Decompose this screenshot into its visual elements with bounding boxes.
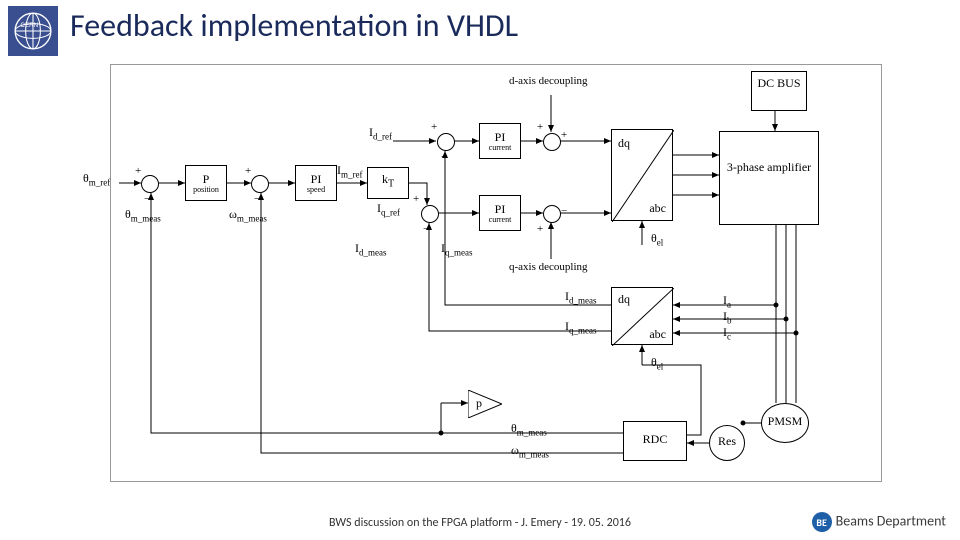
label-theta-el-top: θel xyxy=(651,231,663,247)
label-iq-meas-out: Iq_meas xyxy=(565,319,597,335)
sum-speed xyxy=(251,175,269,193)
block-resolver: Res xyxy=(709,425,745,461)
sum-position xyxy=(141,175,159,193)
block-pi-speed: PI speed xyxy=(295,165,337,201)
label-omega-m-meas-out: ωm_meas xyxy=(511,443,549,459)
block-amplifier: 3-phase amplifier xyxy=(719,131,819,225)
block-diagram: + − + − + − + − + + + − P position PI sp… xyxy=(110,64,882,482)
block-rdc: RDC xyxy=(623,421,687,461)
label-ib: Ib xyxy=(723,309,732,325)
label-theta-m-meas-out: θm_meas xyxy=(511,421,547,437)
be-badge-icon: BE xyxy=(812,512,832,532)
block-dc-bus: DC BUS xyxy=(751,71,807,111)
label-id-ref: Id_ref xyxy=(369,125,392,141)
p-sub: position xyxy=(186,185,226,194)
page-title: Feedback implementation in VHDL xyxy=(70,6,518,45)
svg-text:CERN: CERN xyxy=(20,22,38,29)
label-theta-m-meas: θm_meas xyxy=(125,207,161,223)
footer-right-label: Beams Department xyxy=(836,512,946,529)
footer-department: BEBeams Department xyxy=(812,512,946,532)
label-d-decoupling: d-axis decoupling xyxy=(509,75,588,87)
label-theta-el-bot: θel xyxy=(651,355,663,371)
sum-q-decoupling xyxy=(543,205,561,223)
triangle-gain-icon xyxy=(468,390,502,418)
label-q-decoupling: q-axis decoupling xyxy=(509,261,588,273)
label-id-meas-fb: Id_meas xyxy=(355,241,387,257)
sum-iq-ref-merge xyxy=(421,205,439,223)
block-dq-to-abc: dq abc xyxy=(611,129,673,221)
cern-logo: CERN xyxy=(8,6,58,56)
label-id-meas-out: Id_meas xyxy=(565,289,597,305)
label-theta-m-ref: θm_ref xyxy=(83,171,110,187)
label-ia: Ia xyxy=(723,293,731,309)
p-label: P xyxy=(186,166,226,187)
block-pi-current-d: PI current xyxy=(479,123,521,159)
block-pmsm: PMSM xyxy=(761,403,809,443)
label-omega-m-meas: ωm_meas xyxy=(229,207,267,223)
block-kt: kT xyxy=(367,167,409,199)
block-pi-current-q: PI current xyxy=(479,195,521,231)
sum-id xyxy=(437,133,455,151)
label-iq-meas-fb: Iq_meas xyxy=(441,241,473,257)
label-im-ref: Im_ref xyxy=(337,163,363,179)
block-p-position: P position xyxy=(185,165,227,201)
label-iq-ref: Iq_ref xyxy=(377,201,400,217)
block-abc-to-dq: dq abc xyxy=(611,287,673,345)
label-ic: Ic xyxy=(723,325,731,341)
cern-globe-icon: CERN xyxy=(12,10,54,52)
sum-d-decoupling xyxy=(543,133,561,151)
